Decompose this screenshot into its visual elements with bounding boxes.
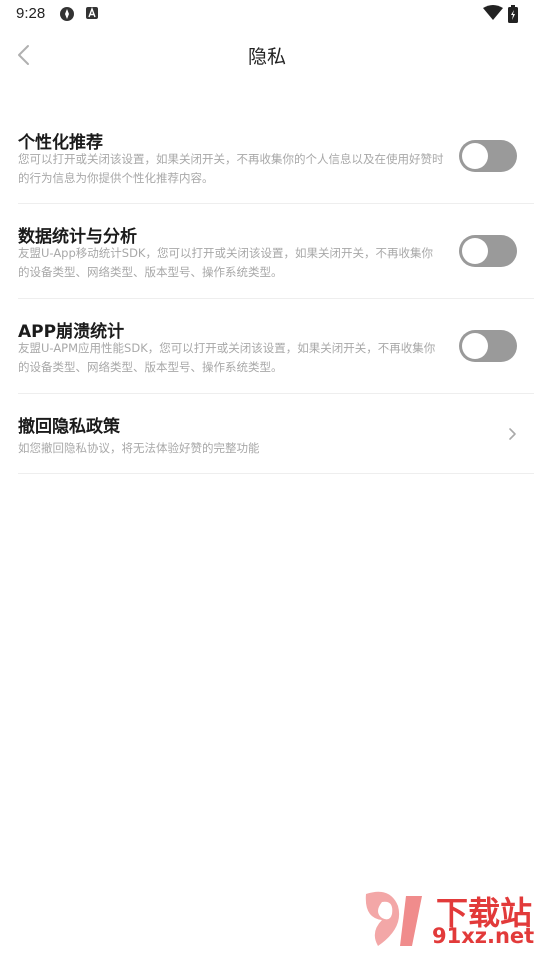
status-bar: 9:28 <box>0 0 534 28</box>
a-notification-icon <box>85 5 99 25</box>
setting-description: 您可以打开或关闭该设置，如果关闭开关，不再收集你的个人信息以及在使用好赞时的行为… <box>18 152 444 185</box>
app-crash-statistics-toggle[interactable] <box>459 330 517 362</box>
setting-data-statistics: 数据统计与分析 友盟U-App移动统计SDK，您可以打开或关闭该设置，如果关闭开… <box>18 204 534 299</box>
personalized-recommendation-toggle[interactable] <box>459 140 517 172</box>
app-notification-icon <box>58 5 76 27</box>
data-statistics-toggle[interactable] <box>459 235 517 267</box>
watermark: 下载站 91xz.net <box>360 888 534 950</box>
watermark-domain: 91xz.net <box>432 924 534 948</box>
setting-revoke-privacy-policy[interactable]: 撤回隐私政策 如您撤回隐私协议，将无法体验好赞的完整功能 <box>18 394 534 474</box>
setting-app-crash-statistics: APP崩溃统计 友盟U-APM应用性能SDK，您可以打开或关闭该设置，如果关闭开… <box>18 299 534 394</box>
setting-personalized-recommendation: 个性化推荐 您可以打开或关闭该设置，如果关闭开关，不再收集你的个人信息以及在使用… <box>18 110 534 204</box>
settings-list: 个性化推荐 您可以打开或关闭该设置，如果关闭开关，不再收集你的个人信息以及在使用… <box>18 110 534 474</box>
status-time: 9:28 <box>16 5 46 22</box>
setting-description: 友盟U-App移动统计SDK，您可以打开或关闭该设置，如果关闭开关，不再收集你的… <box>18 246 433 279</box>
toggle-knob <box>462 143 488 169</box>
watermark-logo-icon <box>365 891 422 946</box>
toggle-knob <box>462 238 488 264</box>
setting-description: 如您撤回隐私协议，将无法体验好赞的完整功能 <box>18 441 260 455</box>
wifi-icon <box>483 5 503 25</box>
battery-icon <box>508 5 518 27</box>
chevron-right-icon <box>509 428 516 440</box>
toggle-knob <box>462 333 488 359</box>
setting-description: 友盟U-APM应用性能SDK，您可以打开或关闭该设置，如果关闭开关，不再收集你的… <box>18 341 436 374</box>
page-title: 隐私 <box>247 46 286 68</box>
title-bar: 隐私 <box>0 28 534 82</box>
setting-title: 撤回隐私政策 <box>18 417 120 437</box>
